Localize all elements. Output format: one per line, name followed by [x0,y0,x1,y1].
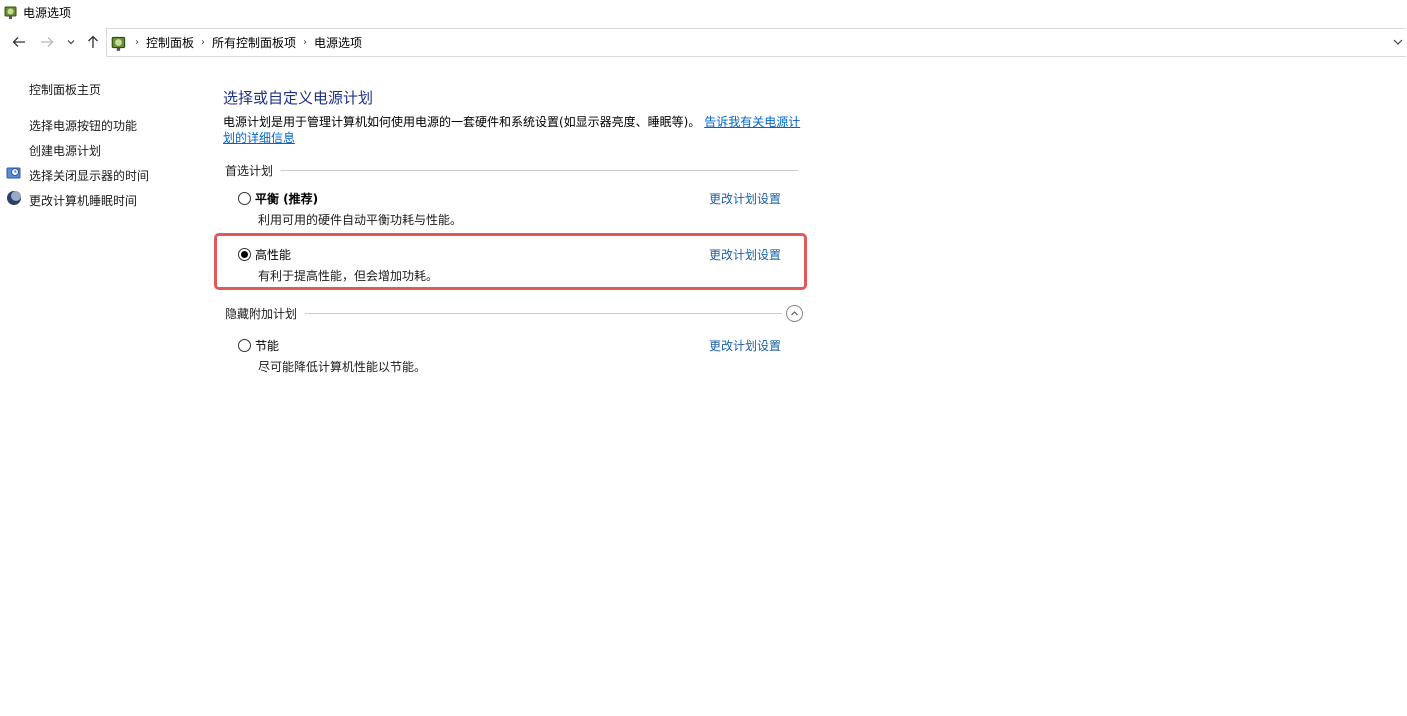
recent-locations-button[interactable] [64,33,78,51]
forward-button[interactable] [38,33,56,51]
plan-high-performance-radio[interactable] [238,248,251,261]
breadcrumb-power-options[interactable]: 电源选项 [314,34,362,51]
plan-high-performance-change-settings-link[interactable]: 更改计划设置 [709,246,781,263]
preferred-plans-label: 首选计划 [225,164,274,178]
sidebar-item-display-off[interactable]: 选择关闭显示器的时间 [29,167,149,184]
sidebar-item-create-plan[interactable]: 创建电源计划 [29,142,101,159]
breadcrumb-all-items[interactable]: 所有控制面板项 [212,34,296,51]
plan-power-saver-name[interactable]: 节能 [255,337,279,354]
collapse-hidden-plans-button[interactable] [786,305,803,322]
chevron-down-icon [67,40,75,45]
breadcrumb-separator-icon: › [201,37,206,48]
plan-high-performance-description: 有利于提高性能，但会增加功耗。 [258,269,439,283]
up-button[interactable] [84,33,102,51]
breadcrumb-control-panel[interactable]: 控制面板 [146,34,194,51]
power-options-icon [4,6,17,19]
plan-high-performance-name[interactable]: 高性能 [255,246,291,263]
back-button[interactable] [10,33,28,51]
preferred-plans-header: 首选计划 [225,162,798,179]
plan-balanced-description: 利用可用的硬件自动平衡功耗与性能。 [258,213,463,227]
plan-power-saver-change-settings-link[interactable]: 更改计划设置 [709,337,781,354]
hidden-plans-label: 隐藏附加计划 [225,307,298,321]
arrow-left-icon [12,37,25,47]
breadcrumb-separator-icon: › [135,37,139,48]
sleep-moon-icon [7,191,21,205]
plan-power-saver-description: 尽可能降低计算机性能以节能。 [258,360,427,374]
hidden-plans-header: 隐藏附加计划 [225,305,803,322]
address-bar[interactable]: › 控制面板 › 所有控制面板项 › 电源选项 [106,28,1406,57]
page-title: 选择或自定义电源计划 [223,89,374,107]
page-description: 电源计划是用于管理计算机如何使用电源的一套硬件和系统设置(如显示器亮度、睡眠等)… [223,114,801,146]
plan-balanced-name[interactable]: 平衡 (推荐) [255,190,318,207]
plan-balanced-change-settings-link[interactable]: 更改计划设置 [709,190,781,207]
address-dropdown-icon[interactable] [1392,36,1404,48]
power-options-icon [111,36,126,51]
chevron-up-icon [791,311,798,316]
window-title: 电源选项 [23,5,72,20]
divider [281,170,798,171]
sidebar-item-power-buttons[interactable]: 选择电源按钮的功能 [29,117,137,134]
display-timer-icon [6,167,21,179]
radio-selected-dot [241,251,248,258]
sidebar-home-link[interactable]: 控制面板主页 [29,81,101,98]
arrow-up-icon [88,35,98,48]
title-bar: 电源选项 [0,0,1407,24]
plan-power-saver-radio[interactable] [238,339,251,352]
breadcrumb-separator-icon: › [303,37,308,48]
divider [305,313,782,314]
plan-balanced-radio[interactable] [238,192,251,205]
navigation-bar: › 控制面板 › 所有控制面板项 › 电源选项 [0,28,1407,58]
sidebar-item-sleep-time[interactable]: 更改计算机睡眠时间 [29,192,137,209]
description-text: 电源计划是用于管理计算机如何使用电源的一套硬件和系统设置(如显示器亮度、睡眠等)… [223,115,701,129]
arrow-right-icon [41,37,54,47]
